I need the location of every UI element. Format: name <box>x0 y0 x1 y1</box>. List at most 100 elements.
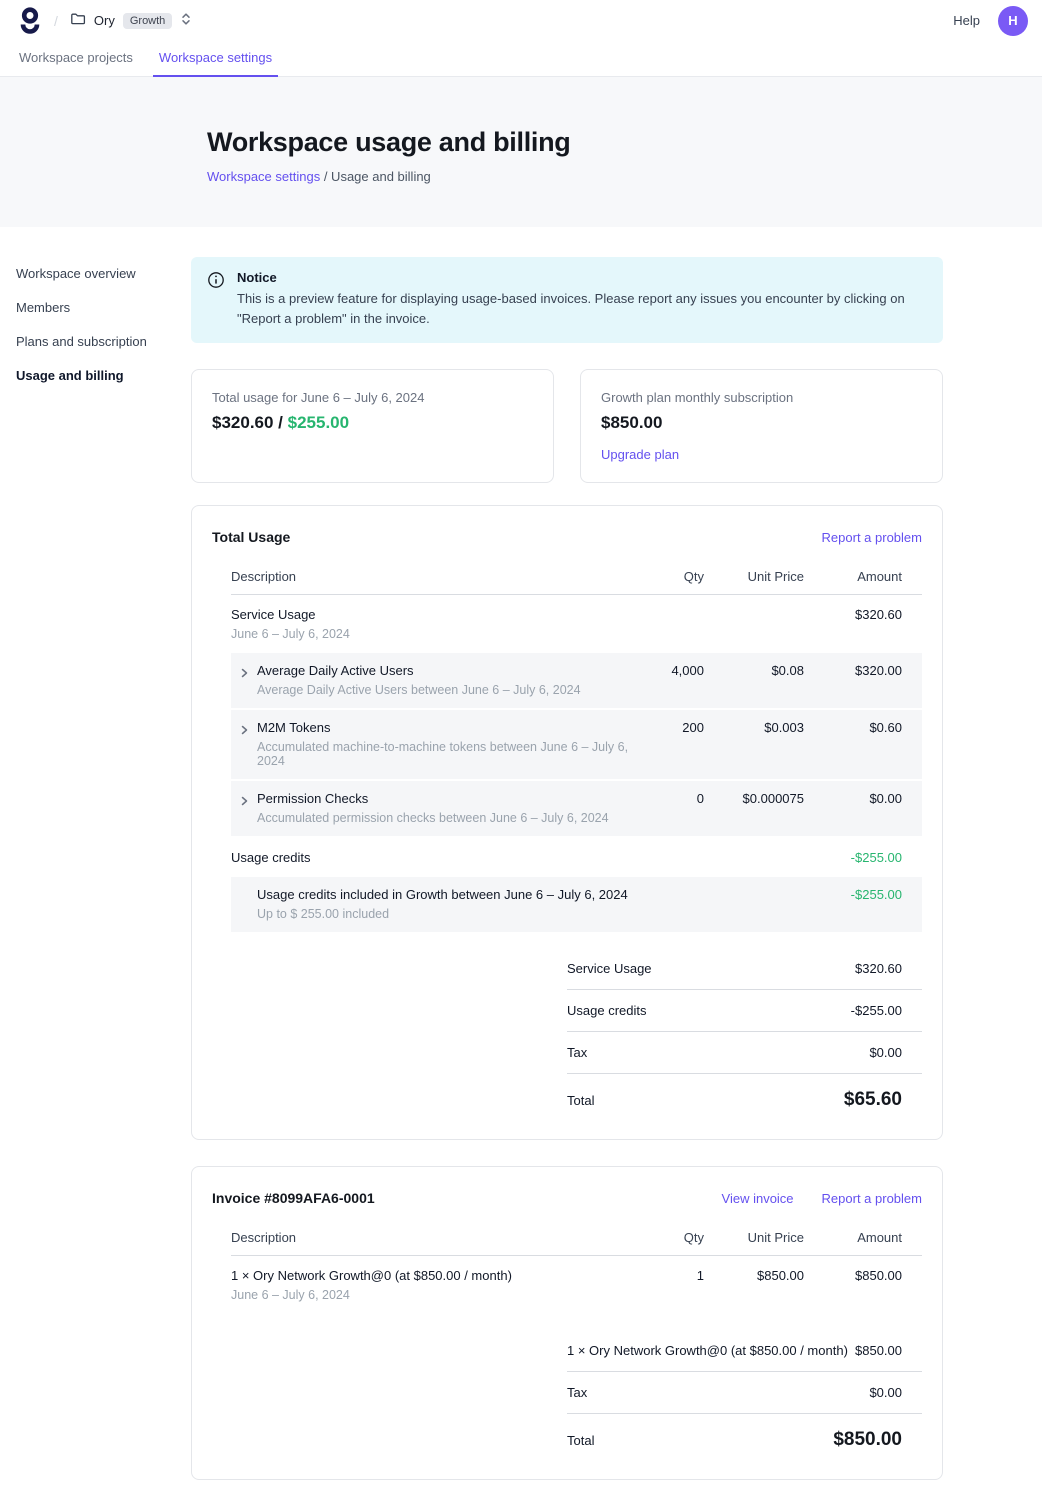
avatar[interactable]: H <box>998 6 1028 36</box>
workspace-name: Ory <box>94 13 115 28</box>
chevron-right-icon[interactable] <box>239 666 249 697</box>
table-row-usage-credits: Usage credits -$255.00 <box>231 838 922 877</box>
total-line-item: 1 × Ory Network Growth@0 (at $850.00 / m… <box>567 1330 922 1372</box>
row-subtitle: Up to $ 255.00 included <box>257 907 628 921</box>
breadcrumb-separator: / <box>54 13 58 29</box>
col-description: Description <box>231 1230 630 1245</box>
total-line-tax: Tax $0.00 <box>567 1032 922 1074</box>
row-unit-price: $850.00 <box>714 1268 804 1283</box>
total-line-service-usage: Service Usage $320.60 <box>567 948 922 990</box>
grand-total-value: $65.60 <box>844 1089 902 1111</box>
workspace-plan-badge: Growth <box>123 13 172 29</box>
grand-total-label: Total <box>567 1093 594 1108</box>
table-row-permission-checks: Permission Checks Accumulated permission… <box>231 781 922 836</box>
total-label: Tax <box>567 1385 587 1400</box>
help-link[interactable]: Help <box>953 13 980 28</box>
main-content: Notice This is a preview feature for dis… <box>191 227 943 1496</box>
tab-workspace-settings[interactable]: Workspace settings <box>153 41 278 76</box>
plan-subscription-card: Growth plan monthly subscription $850.00… <box>580 369 943 483</box>
table-row-usage-credits-detail: Usage credits included in Growth between… <box>231 877 922 932</box>
row-qty: 1 <box>640 1268 704 1283</box>
row-amount: -$255.00 <box>814 887 902 902</box>
usage-report-problem-link[interactable]: Report a problem <box>822 530 922 545</box>
upgrade-plan-link[interactable]: Upgrade plan <box>601 447 679 462</box>
col-qty: Qty <box>640 569 704 584</box>
invoice-table-header: Description Qty Unit Price Amount <box>231 1221 922 1256</box>
row-subtitle: June 6 – July 6, 2024 <box>231 627 630 641</box>
total-line-usage-credits: Usage credits -$255.00 <box>567 990 922 1032</box>
ory-logo-icon[interactable] <box>18 6 42 36</box>
topbar-right: Help H <box>953 6 1028 36</box>
col-unit-price: Unit Price <box>714 569 804 584</box>
sidebar-item-workspace-overview[interactable]: Workspace overview <box>16 263 191 284</box>
row-amount: -$255.00 <box>814 850 902 865</box>
usage-credit-amount: $255.00 <box>288 413 349 432</box>
table-row-m2m-tokens: M2M Tokens Accumulated machine-to-machin… <box>231 710 922 779</box>
breadcrumb: Workspace settings / Usage and billing <box>207 169 1002 184</box>
row-amount: $850.00 <box>814 1268 902 1283</box>
sidebar-item-members[interactable]: Members <box>16 297 191 318</box>
total-value: $320.60 <box>855 961 902 976</box>
row-title: Average Daily Active Users <box>257 663 581 678</box>
total-label: Usage credits <box>567 1003 646 1018</box>
chevron-right-icon[interactable] <box>239 794 249 825</box>
row-unit-price: $0.08 <box>714 663 804 678</box>
notice-title: Notice <box>237 270 927 285</box>
notice-body: This is a preview feature for displaying… <box>237 289 927 329</box>
usage-totals: Service Usage $320.60 Usage credits -$25… <box>567 948 922 1113</box>
row-subtitle: Accumulated permission checks between Ju… <box>257 811 609 825</box>
total-label: 1 × Ory Network Growth@0 (at $850.00 / m… <box>567 1343 848 1358</box>
table-row-daily-active-users: Average Daily Active Users Average Daily… <box>231 653 922 708</box>
total-value: -$255.00 <box>851 1003 902 1018</box>
grand-total-line: Total $65.60 <box>567 1074 922 1113</box>
row-title: Usage credits <box>231 850 630 865</box>
page-header: Workspace usage and billing Workspace se… <box>0 77 1042 227</box>
row-amount: $0.60 <box>814 720 902 735</box>
table-row-invoice-item: 1 × Ory Network Growth@0 (at $850.00 / m… <box>231 1256 922 1314</box>
usage-table: Description Qty Unit Price Amount Servic… <box>231 560 922 1113</box>
notice-content: Notice This is a preview feature for dis… <box>237 270 927 329</box>
grand-total-label: Total <box>567 1433 594 1448</box>
workspace-switcher[interactable]: Ory Growth <box>70 11 192 30</box>
invoice-report-problem-link[interactable]: Report a problem <box>822 1191 922 1206</box>
usage-table-header: Description Qty Unit Price Amount <box>231 560 922 595</box>
total-usage-panel: Total Usage Report a problem Description… <box>191 505 943 1140</box>
invoice-title: Invoice #8099AFA6-0001 <box>212 1190 375 1206</box>
total-value: $0.00 <box>869 1045 902 1060</box>
sidebar-item-usage-billing[interactable]: Usage and billing <box>16 365 191 386</box>
table-row-service-usage: Service Usage June 6 – July 6, 2024 $320… <box>231 595 922 653</box>
row-subtitle: Average Daily Active Users between June … <box>257 683 581 697</box>
plan-label: Growth plan monthly subscription <box>601 390 922 405</box>
sidebar-item-plans-subscription[interactable]: Plans and subscription <box>16 331 191 352</box>
breadcrumb-workspace-settings-link[interactable]: Workspace settings <box>207 169 320 184</box>
row-qty: 4,000 <box>640 663 704 678</box>
row-title: Service Usage <box>231 607 630 622</box>
total-usage-card: Total usage for June 6 – July 6, 2024 $3… <box>191 369 554 483</box>
view-invoice-link[interactable]: View invoice <box>722 1191 794 1206</box>
info-icon <box>207 271 225 329</box>
row-title: M2M Tokens <box>257 720 630 735</box>
row-qty: 0 <box>640 791 704 806</box>
row-amount: $320.60 <box>814 607 902 622</box>
grand-total-value: $850.00 <box>833 1429 902 1451</box>
col-unit-price: Unit Price <box>714 1230 804 1245</box>
row-subtitle: June 6 – July 6, 2024 <box>231 1288 630 1302</box>
total-value: $850.00 <box>855 1343 902 1358</box>
chevron-right-icon[interactable] <box>239 723 249 768</box>
total-usage-label: Total usage for June 6 – July 6, 2024 <box>212 390 533 405</box>
plan-amount: $850.00 <box>601 413 922 433</box>
row-qty: 200 <box>640 720 704 735</box>
col-amount: Amount <box>814 569 902 584</box>
total-label: Service Usage <box>567 961 652 976</box>
page-title: Workspace usage and billing <box>207 127 1002 158</box>
tab-workspace-projects[interactable]: Workspace projects <box>13 41 139 76</box>
invoice-totals: 1 × Ory Network Growth@0 (at $850.00 / m… <box>567 1330 922 1453</box>
col-amount: Amount <box>814 1230 902 1245</box>
total-label: Tax <box>567 1045 587 1060</box>
notice-banner: Notice This is a preview feature for dis… <box>191 257 943 343</box>
chevron-updown-icon[interactable] <box>180 12 192 29</box>
row-amount: $0.00 <box>814 791 902 806</box>
total-usage-amount: $320.60 / $255.00 <box>212 413 533 433</box>
row-title: Permission Checks <box>257 791 609 806</box>
summary-cards: Total usage for June 6 – July 6, 2024 $3… <box>191 369 943 483</box>
